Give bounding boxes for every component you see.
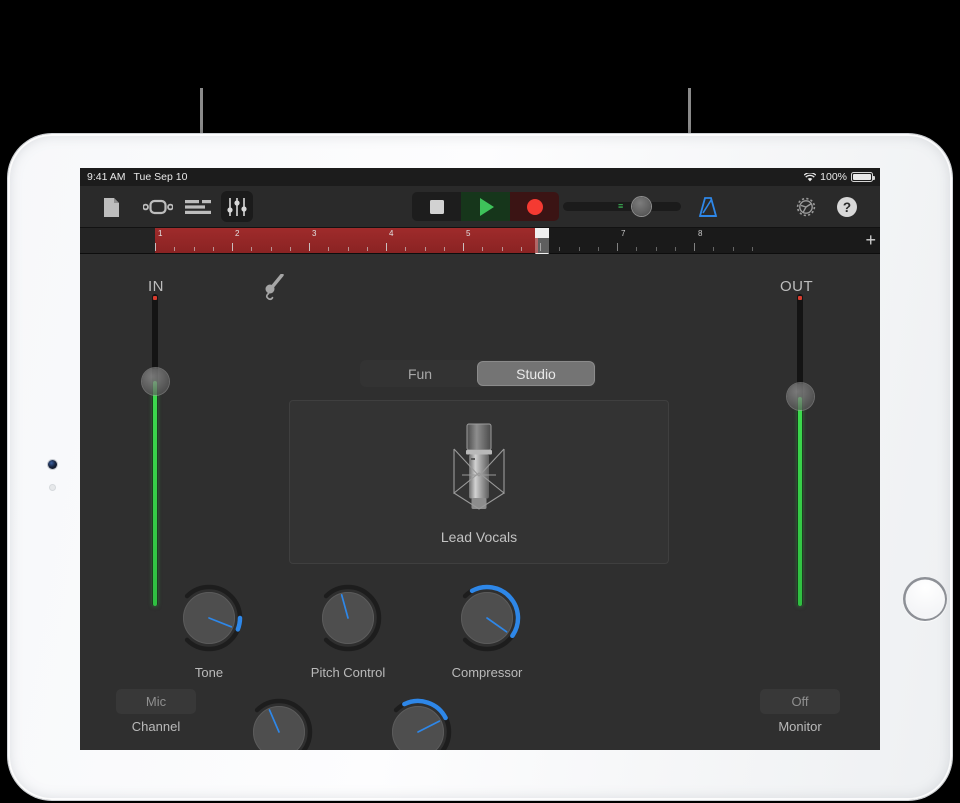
knob-label: Tone	[194, 665, 224, 680]
home-button[interactable]	[903, 577, 947, 621]
smart-controls-area: IN OUT Fun Studio Lead Vocals Tone Pitch…	[80, 254, 880, 750]
knob-drive[interactable]: Drive	[233, 698, 325, 750]
my-songs-icon[interactable]	[98, 193, 124, 221]
input-peak-indicator	[153, 296, 157, 300]
input-level-meter	[153, 381, 157, 606]
add-track-button[interactable]: +	[865, 231, 876, 249]
output-fader-handle[interactable]	[786, 383, 814, 410]
ipad-device-frame: 9:41 AM Tue Sep 10 100% ≡ ? 1 2 3 4 5 7 …	[8, 134, 952, 800]
input-fader[interactable]	[141, 294, 169, 606]
ios-status-bar: 9:41 AM Tue Sep 10 100%	[80, 168, 880, 186]
bar-label: 5	[466, 229, 471, 238]
output-peak-indicator	[798, 296, 802, 300]
ipad-screen: 9:41 AM Tue Sep 10 100% ≡ ? 1 2 3 4 5 7 …	[80, 168, 880, 750]
bar-label: 2	[235, 229, 240, 238]
battery-percent-label: 100%	[820, 171, 847, 183]
input-label: IN	[148, 278, 164, 295]
microphone-cable-icon[interactable]	[262, 273, 288, 302]
status-time: 9:41 AM	[87, 171, 126, 183]
record-button[interactable]	[510, 192, 559, 221]
bar-label: 8	[698, 229, 703, 238]
patch-category-tabs: Fun Studio	[360, 360, 596, 387]
timeline-ruler[interactable]: 1 2 3 4 5 6 7 8 +	[80, 228, 880, 260]
metronome-icon[interactable]	[693, 193, 723, 221]
knob-label: Compressor	[451, 665, 523, 680]
ambient-sensor-icon	[50, 485, 55, 490]
monitor-button[interactable]: Off	[760, 689, 840, 714]
screenshot-root: 9:41 AM Tue Sep 10 100% ≡ ? 1 2 3 4 5 7 …	[0, 0, 960, 803]
play-icon	[480, 197, 494, 216]
battery-icon	[851, 172, 875, 182]
status-date: Tue Sep 10	[133, 171, 188, 183]
svg-text:?: ?	[843, 200, 851, 215]
output-level-meter	[798, 396, 802, 606]
patch-tile[interactable]: Lead Vocals	[289, 400, 669, 564]
channel-button[interactable]: Mic	[116, 689, 196, 714]
tab-studio[interactable]: Studio	[478, 362, 594, 385]
output-label: OUT	[780, 278, 814, 295]
front-camera-icon	[48, 460, 57, 469]
knob-pitch-control[interactable]: Pitch Control	[302, 584, 394, 680]
tab-fun[interactable]: Fun	[362, 362, 478, 385]
master-volume-knob[interactable]	[632, 197, 651, 216]
controls-icon[interactable]	[221, 191, 253, 222]
gear-icon[interactable]	[791, 193, 821, 221]
play-button[interactable]	[461, 192, 510, 221]
bar-label: 4	[389, 229, 394, 238]
bar-label: 1	[158, 229, 163, 238]
input-fader-handle[interactable]	[141, 368, 169, 395]
monitor-caption: Monitor	[778, 719, 822, 734]
condenser-microphone-icon	[442, 421, 516, 526]
garageband-toolbar: ≡ ?	[80, 186, 880, 228]
ruler-track-header	[80, 228, 155, 253]
volume-marks-icon: ≡	[618, 201, 624, 211]
record-icon	[526, 198, 543, 215]
output-fader[interactable]	[786, 294, 814, 606]
knob-vocal-hall[interactable]: Vocal Hall	[372, 698, 464, 750]
tracks-icon[interactable]	[183, 193, 213, 221]
knob-label: Pitch Control	[310, 665, 386, 680]
playhead[interactable]	[535, 228, 549, 260]
bar-label: 3	[312, 229, 317, 238]
transport-controls	[412, 192, 559, 221]
knob-tone[interactable]: Tone	[163, 584, 255, 680]
channel-caption: Channel	[131, 719, 181, 734]
patch-name: Lead Vocals	[440, 529, 518, 545]
stop-button[interactable]	[412, 192, 461, 221]
monitor-value: Off	[791, 694, 809, 709]
wifi-icon	[803, 171, 817, 182]
bar-label: 7	[621, 229, 626, 238]
channel-value: Mic	[145, 694, 167, 709]
help-icon[interactable]: ?	[832, 193, 862, 221]
instrument-icon[interactable]	[142, 193, 174, 221]
knob-compressor[interactable]: Compressor	[441, 584, 533, 680]
stop-icon	[429, 199, 444, 214]
